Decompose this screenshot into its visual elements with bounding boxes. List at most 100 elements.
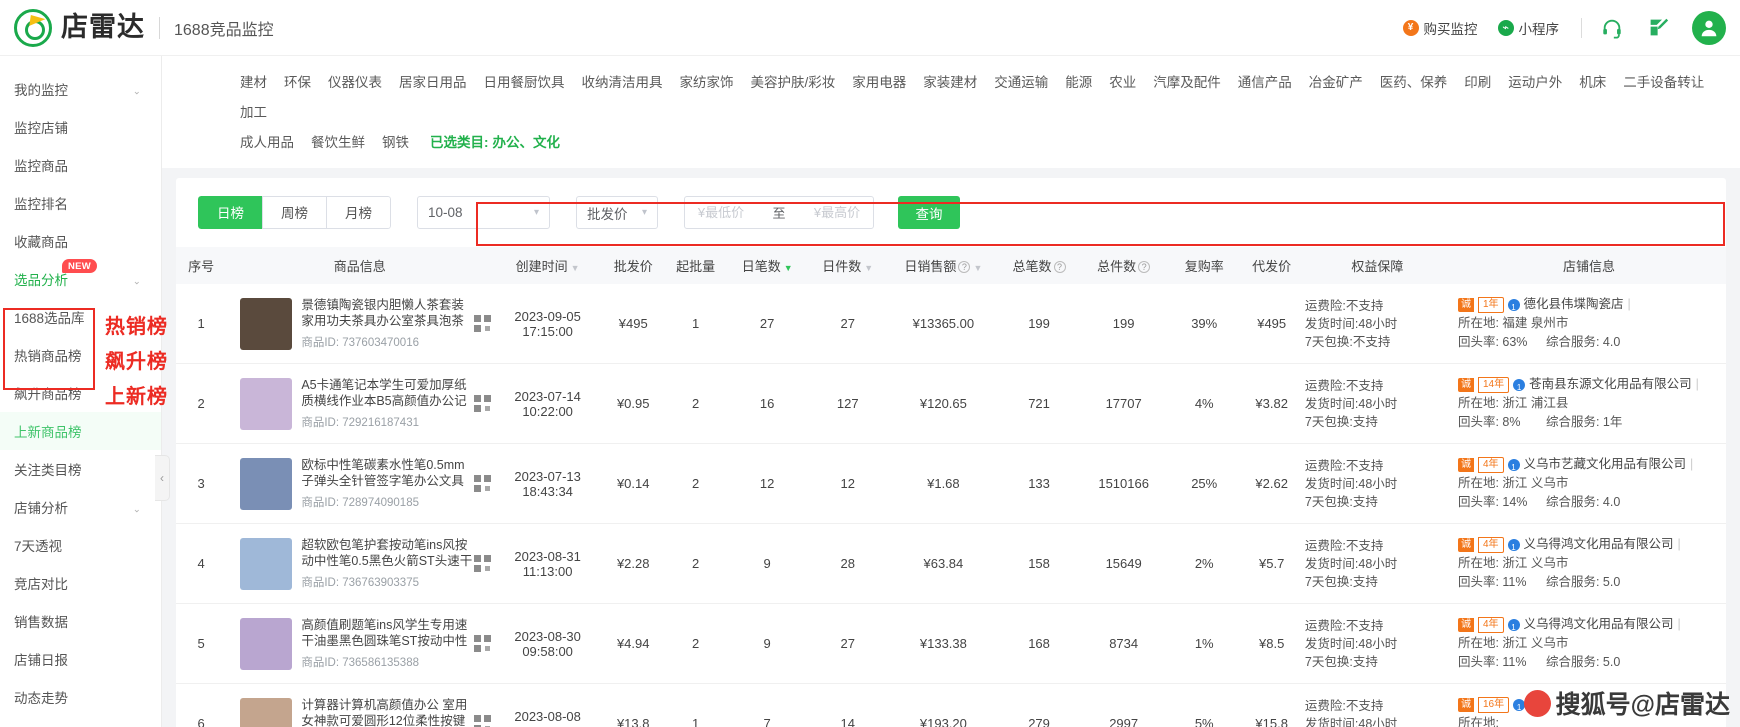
avatar[interactable] [1692, 10, 1726, 45]
product-title[interactable]: 超软欧包笔护套按动笔ins风按动中性笔0.5黑色火箭ST头速干刷题笔 [301, 537, 474, 569]
category-link[interactable]: 印刷 [1464, 75, 1491, 90]
product-title[interactable]: 计算器计算机高颜值办公 室用女神款可爱圆形12位柔性按键网红款 [301, 697, 474, 727]
sidebar-item-followed-category-rank[interactable]: 关注类目榜 [0, 450, 161, 488]
category-link[interactable]: 交通运输 [994, 75, 1048, 90]
category-link[interactable]: 钢铁 [382, 135, 409, 150]
col-day-orders[interactable]: 日笔数 ▼ [726, 247, 808, 284]
sidebar-item-monitor-product[interactable]: 监控商品 [0, 146, 161, 184]
category-link[interactable]: 能源 [1065, 75, 1092, 90]
category-link[interactable]: 美容护肤/彩妆 [751, 75, 836, 90]
category-link[interactable]: 通信产品 [1238, 75, 1292, 90]
table-row[interactable]: 5 高颜值刷题笔ins风学生专用速干油墨黑色圆珠笔ST按动中性笔套装 商品ID:… [176, 603, 1726, 684]
help-icon[interactable]: ? [1138, 261, 1151, 273]
col-day-sales[interactable]: 日销售额? ▼ [888, 247, 999, 284]
category-link[interactable]: 运动户外 [1508, 75, 1562, 90]
qrcode-icon[interactable] [474, 715, 492, 727]
category-link[interactable]: 成人用品 [240, 135, 294, 150]
shop-name[interactable]: 义乌得鸿文化用品有限公司 [1524, 615, 1674, 634]
min-price-input[interactable] [685, 205, 757, 220]
qrcode-icon[interactable] [474, 555, 492, 572]
category-link[interactable]: 二手设备转让 [1623, 75, 1704, 90]
sidebar-item-favorite-product[interactable]: 收藏商品 [0, 222, 161, 260]
sidebar-item-trend[interactable]: 动态走势 [0, 678, 161, 716]
category-link[interactable]: 冶金矿产 [1309, 75, 1363, 90]
sidebar-collapse-toggle[interactable]: ‹ [155, 455, 170, 501]
shop-name[interactable]: 义乌市艺藏文化用品有限公司 [1524, 455, 1687, 474]
shop-name[interactable]: 义乌得鸿文化用品有限公司 [1524, 535, 1674, 554]
shop-name[interactable]: 苍南县东源文化用品有限公司 [1529, 375, 1692, 394]
table-row[interactable]: 1 景德镇陶瓷银内胆懒人茶套装家用功夫茶具办公室茶具泡茶杯子整套 商品ID: 7… [176, 284, 1726, 364]
col-shop-info[interactable]: 店铺信息 [1451, 247, 1726, 284]
category-link[interactable]: 机床 [1579, 75, 1606, 90]
max-price-input[interactable] [800, 205, 873, 220]
mini-program-button[interactable]: ⌁ 小程序 [1497, 18, 1559, 38]
col-created-time[interactable]: 创建时间 ▼ [493, 247, 602, 284]
col-min-order[interactable]: 起批量 [664, 247, 727, 284]
category-link[interactable]: 仪器仪表 [328, 75, 382, 90]
tab-daily-rank[interactable]: 日榜 [198, 196, 263, 229]
product-title[interactable]: A5卡通笔记本学生可爱加厚纸质横线作业本B5高颜值办公记事本批发 [301, 377, 474, 409]
sidebar-item-7day-perspective[interactable]: 7天透视 [0, 526, 161, 564]
tab-weekly-rank[interactable]: 周榜 [262, 196, 327, 229]
col-product-info[interactable]: 商品信息 [226, 247, 494, 284]
sort-icon[interactable]: ▼ [973, 263, 982, 273]
category-link[interactable]: 家装建材 [923, 75, 977, 90]
qrcode-icon[interactable] [474, 395, 492, 412]
sidebar-item-shop-daily-report[interactable]: 店铺日报 [0, 640, 161, 678]
category-link[interactable]: 家纺家饰 [680, 75, 734, 90]
buy-monitor-button[interactable]: ¥ 购买监控 [1402, 18, 1478, 38]
product-thumbnail[interactable] [240, 617, 293, 670]
category-link[interactable]: 建材 [240, 75, 267, 90]
category-link[interactable]: 农业 [1109, 75, 1136, 90]
help-icon[interactable]: ? [1053, 261, 1066, 273]
category-link[interactable]: 医药、保养 [1380, 75, 1448, 90]
date-picker[interactable]: 10-08 ▾ [417, 196, 550, 229]
category-link[interactable]: 汽摩及配件 [1153, 75, 1221, 90]
sidebar-group-shop-analysis[interactable]: 店铺分析 ⌃ [0, 488, 161, 526]
table-row[interactable]: 6 计算器计算机高颜值办公 室用女神款可爱圆形12位柔性按键网红款 商品ID: … [176, 683, 1726, 727]
category-link[interactable]: 日用餐厨饮具 [484, 75, 565, 90]
sidebar-item-monitor-shop[interactable]: 监控店铺 [0, 108, 161, 146]
product-title[interactable]: 高颜值刷题笔ins风学生专用速干油墨黑色圆珠笔ST按动中性笔套装 [301, 617, 474, 649]
category-link[interactable]: 家用电器 [852, 75, 906, 90]
cell-product-info[interactable]: 高颜值刷题笔ins风学生专用速干油墨黑色圆珠笔ST按动中性笔套装 商品ID: 7… [226, 603, 494, 684]
help-icon[interactable]: ? [958, 261, 971, 273]
sidebar-item-competitor-compare[interactable]: 竞店对比 [0, 564, 161, 602]
shop-name[interactable]: 德化县伟堞陶瓷店 [1524, 295, 1624, 314]
cell-product-info[interactable]: 景德镇陶瓷银内胆懒人茶套装家用功夫茶具办公室茶具泡茶杯子整套 商品ID: 737… [226, 284, 494, 364]
product-thumbnail[interactable] [240, 537, 293, 590]
col-repurchase-rate[interactable]: 复购率 [1167, 247, 1241, 284]
col-guarantee[interactable]: 权益保障 [1302, 247, 1452, 284]
category-link[interactable]: 环保 [284, 75, 311, 90]
table-row[interactable]: 2 A5卡通笔记本学生可爱加厚纸质横线作业本B5高颜值办公记事本批发 商品ID:… [176, 363, 1726, 444]
sort-icon[interactable]: ▼ [784, 263, 793, 273]
sidebar-item-monitor-rank[interactable]: 监控排名 [0, 184, 161, 222]
cell-product-info[interactable]: 欧标中性笔碳素水性笔0.5mm子弹头全针管签字笔办公文具厂家批发 商品ID: 7… [226, 443, 494, 524]
product-thumbnail[interactable] [240, 457, 293, 510]
sidebar-item-sales-data[interactable]: 销售数据 [0, 602, 161, 640]
product-thumbnail[interactable] [240, 377, 293, 430]
col-total-items[interactable]: 总件数? [1079, 247, 1168, 284]
product-thumbnail[interactable] [240, 297, 293, 350]
sidebar-group-selection-analysis[interactable]: 选品分析 NEW ⌃ [0, 259, 161, 298]
col-wholesale-price[interactable]: 批发价 [602, 247, 665, 284]
category-link[interactable]: 餐饮生鲜 [311, 135, 365, 150]
table-row[interactable]: 4 超软欧包笔护套按动笔ins风按动中性笔0.5黑色火箭ST头速干刷题笔 商品I… [176, 523, 1726, 604]
cell-product-info[interactable]: 超软欧包笔护套按动笔ins风按动中性笔0.5黑色火箭ST头速干刷题笔 商品ID:… [226, 523, 494, 604]
price-type-select[interactable]: 批发价 ▾ [576, 196, 658, 229]
product-title[interactable]: 欧标中性笔碳素水性笔0.5mm子弹头全针管签字笔办公文具厂家批发 [301, 457, 474, 489]
product-title[interactable]: 景德镇陶瓷银内胆懒人茶套装家用功夫茶具办公室茶具泡茶杯子整套 [301, 297, 474, 329]
table-row[interactable]: 3 欧标中性笔碳素水性笔0.5mm子弹头全针管签字笔办公文具厂家批发 商品ID:… [176, 443, 1726, 524]
edit-icon[interactable] [1646, 16, 1670, 40]
category-link[interactable]: 加工 [240, 105, 267, 120]
tab-monthly-rank[interactable]: 月榜 [326, 196, 391, 229]
sort-icon[interactable]: ▼ [571, 263, 580, 273]
category-link[interactable]: 居家日用品 [399, 75, 467, 90]
category-link[interactable]: 收纳清洁用具 [582, 75, 663, 90]
qrcode-icon[interactable] [474, 315, 492, 332]
sidebar-group-my-monitor[interactable]: 我的监控 ⌃ [0, 70, 161, 108]
col-total-orders[interactable]: 总笔数? [998, 247, 1080, 284]
search-button[interactable]: 查询 [898, 196, 960, 229]
headset-icon[interactable] [1600, 16, 1624, 40]
sidebar-item-new-product-rank[interactable]: 上新商品榜 [0, 412, 161, 450]
